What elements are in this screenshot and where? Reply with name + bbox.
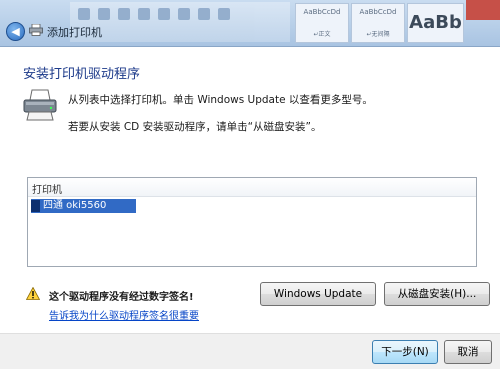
warning-text: 这个驱动程序没有经过数字签名! <box>49 292 194 303</box>
next-button[interactable]: 下一步(N) <box>372 340 438 364</box>
windows-update-button[interactable]: Windows Update <box>260 282 376 306</box>
style-name: ↵正文 <box>313 31 331 38</box>
printer-icon <box>29 24 43 36</box>
selection-marker <box>31 200 40 212</box>
toolbar-icon <box>118 8 130 20</box>
toolbar-icon <box>98 8 110 20</box>
printer-list[interactable]: 打印机 四通 oki5560 <box>27 177 477 267</box>
toolbar-icon <box>138 8 150 20</box>
background-toolbar <box>70 2 290 42</box>
instruction-text: 从列表中选择打印机。单击 Windows Update 以查看更多型号。 <box>68 94 373 106</box>
style-name: ↵无间隔 <box>366 31 390 38</box>
list-column-header[interactable]: 打印机 <box>28 178 476 197</box>
toolbar-icon <box>178 8 190 20</box>
cancel-button[interactable]: 取消 <box>444 340 492 364</box>
column-header-label: 打印机 <box>32 185 62 196</box>
style-swatch-no-spacing: AaBbCcDd ↵无间隔 <box>351 3 405 43</box>
list-item-label: 四通 oki5560 <box>43 200 107 211</box>
style-sample: AaBbCcDd <box>359 8 397 16</box>
style-sample: AaBbCcDd <box>303 8 341 16</box>
toolbar-icon <box>158 8 170 20</box>
style-swatch-normal: AaBbCcDd ↵正文 <box>295 3 349 43</box>
title-bar: AaBbCcDd ↵正文 AaBbCcDd ↵无间隔 AaBb ◀ 添加打印机 <box>0 0 500 47</box>
close-window-chrome <box>466 0 500 20</box>
back-button[interactable]: ◀ <box>6 22 25 41</box>
page-title: 安装打印机驱动程序 <box>23 67 141 82</box>
toolbar-icon <box>78 8 90 20</box>
window-title: 添加打印机 <box>47 26 102 39</box>
list-item[interactable]: 四通 oki5560 <box>31 199 136 213</box>
have-disk-button[interactable]: 从磁盘安装(H)... <box>384 282 490 306</box>
style-swatch-heading: AaBb <box>407 3 464 43</box>
toolbar-icon <box>218 8 230 20</box>
warning-icon <box>26 287 40 300</box>
driver-signing-link[interactable]: 告诉我为什么驱动程序签名很重要 <box>49 307 199 322</box>
toolbar-icon <box>198 8 210 20</box>
instruction-text: 若要从安装 CD 安装驱动程序，请单击“从磁盘安装”。 <box>68 121 322 133</box>
printer-icon <box>23 89 57 121</box>
